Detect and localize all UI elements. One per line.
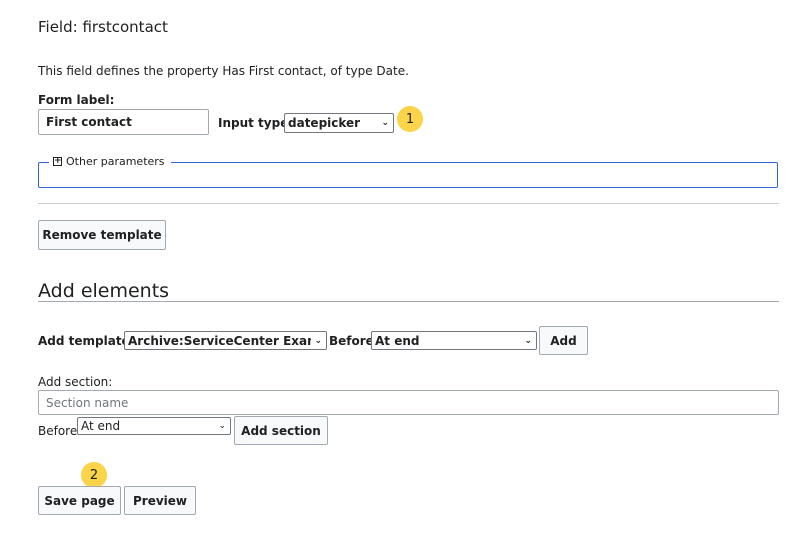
add-elements-heading: Add elements (38, 280, 170, 302)
template-selected: Archive:ServiceCenter Example (128, 333, 311, 348)
add-section-label: Add section: (38, 375, 113, 389)
preview-button[interactable]: Preview (124, 486, 196, 515)
input-type-selected: datepicker (288, 116, 361, 130)
section-before-select[interactable]: At end ⌄ (77, 417, 231, 435)
chevron-down-icon: ⌄ (314, 335, 322, 346)
step-badge-2: 2 (81, 462, 107, 488)
form-label-value: First contact (46, 115, 132, 129)
section-before-label: Before: (38, 424, 82, 438)
plus-square-icon: + (53, 156, 62, 166)
section-name-placeholder: Section name (46, 395, 129, 410)
form-label-label: Form label: (38, 93, 115, 107)
other-parameters-toggle[interactable]: + Other parameters (49, 155, 171, 168)
add-button[interactable]: Add (539, 326, 588, 355)
form-label-input[interactable]: First contact (38, 109, 209, 135)
before-select[interactable]: At end ⌄ (371, 331, 537, 350)
add-section-button[interactable]: Add section (234, 416, 328, 445)
divider (38, 203, 779, 204)
before-selected: At end (375, 333, 420, 348)
section-before-selected: At end (81, 419, 121, 433)
page-title: Field: firstcontact (38, 18, 168, 36)
heading-underline (38, 301, 779, 302)
chevron-down-icon: ⌄ (218, 421, 226, 431)
chevron-down-icon: ⌄ (524, 335, 532, 346)
template-select[interactable]: Archive:ServiceCenter Example ⌄ (124, 331, 327, 350)
other-parameters-legend: Other parameters (66, 155, 165, 168)
chevron-down-icon: ⌄ (381, 118, 389, 128)
input-type-label: Input type: (218, 116, 294, 130)
section-name-input[interactable]: Section name (38, 390, 779, 415)
input-type-select[interactable]: datepicker ⌄ (284, 113, 394, 133)
remove-template-button[interactable]: Remove template (38, 220, 166, 250)
field-description: This field defines the property Has Firs… (38, 64, 409, 78)
step-badge-1: 1 (397, 106, 423, 132)
save-page-button[interactable]: Save page (38, 486, 121, 515)
add-template-label: Add template: (38, 334, 135, 348)
